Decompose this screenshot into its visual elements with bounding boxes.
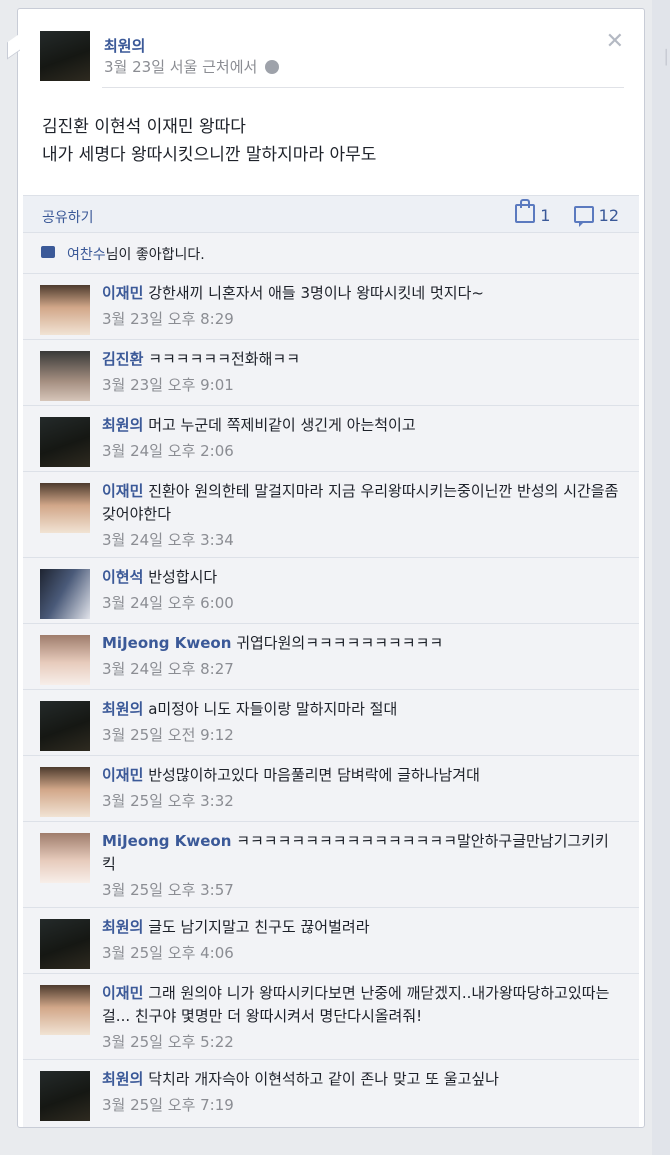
commenter-avatar[interactable] <box>40 569 90 619</box>
comment-body: MiJeong Kweon ㅋㅋㅋㅋㅋㅋㅋㅋㅋㅋㅋㅋㅋㅋㅋㅋ말안하구글만남기그키… <box>102 830 622 902</box>
post-body: 김진환 이현석 이재민 왕따다 내가 세명다 왕따시킷으니깐 말하지마라 아무도 <box>42 113 602 169</box>
comment-item: 최원의 닥치라 개자슥아 이현석하고 같이 존나 맞고 또 울고싶나 3월 25… <box>23 1059 639 1127</box>
liker-name[interactable]: 여찬수 <box>67 247 106 263</box>
commenter-avatar[interactable] <box>40 351 90 401</box>
comment-time[interactable]: 3월 25일 오전 9:12 <box>102 724 622 747</box>
comment-count[interactable]: 12 <box>599 206 619 225</box>
comment-text: a미정아 니도 자들이랑 말하지마라 절대 <box>148 700 398 718</box>
comment-author[interactable]: 이현석 <box>102 568 143 586</box>
likes-row: 여찬수님이 좋아합니다. <box>23 232 639 273</box>
post-author[interactable]: 최원의 <box>104 35 145 56</box>
comment-text: ㅋㅋㅋㅋㅋㅋ전화해ㅋㅋ <box>148 350 300 368</box>
likes-sentence: 여찬수님이 좋아합니다. <box>67 244 205 264</box>
side-strip: ▕ <box>652 0 670 1155</box>
comment-text: 그래 원의야 니가 왕따시키다보면 난중에 깨닫겠지..내가왕따당하고있따는걸.… <box>102 984 610 1025</box>
comment-author[interactable]: 최원의 <box>102 416 143 434</box>
comment-body: 최원의 닥치라 개자슥아 이현석하고 같이 존나 맞고 또 울고싶나 3월 25… <box>102 1068 622 1117</box>
commenter-avatar[interactable] <box>40 417 90 467</box>
comment-body: 이재민 강한새끼 니혼자서 애들 3명이나 왕따시킷네 멋지다~ 3월 23일 … <box>102 282 622 331</box>
comment-time[interactable]: 3월 24일 오후 3:34 <box>102 529 622 552</box>
commenter-avatar[interactable] <box>40 833 90 883</box>
counts: 1 12 <box>515 199 619 227</box>
comment-time[interactable]: 3월 24일 오후 2:06 <box>102 440 622 463</box>
like-icon <box>41 246 55 258</box>
like-count[interactable]: 1 <box>540 206 550 225</box>
header-divider <box>102 87 624 88</box>
comment-author[interactable]: 이재민 <box>102 984 143 1002</box>
comment-text: 머고 누군데 쪽제비같이 생긴게 아는척이고 <box>148 416 416 434</box>
comment-item: 이재민 반성많이하고있다 마음풀리면 담벼락에 글하나남겨대 3월 25일 오후… <box>23 755 639 821</box>
actions-bar: 공유하기 1 12 <box>23 195 639 232</box>
comment-item: 김진환 ㅋㅋㅋㅋㅋㅋ전화해ㅋㅋ 3월 23일 오후 9:01 <box>23 339 639 405</box>
comment-text: 반성합시다 <box>148 568 218 586</box>
post-card: 최원의 3월 23일 서울 근처에서 ✕ 김진환 이현석 이재민 왕따다 내가 … <box>17 8 645 1128</box>
comment-body: 최원의 글도 남기지말고 친구도 끊어벌려라 3월 25일 오후 4:06 <box>102 916 622 965</box>
comment-text: 닥치라 개자슥아 이현석하고 같이 존나 맞고 또 울고싶나 <box>148 1070 499 1088</box>
comment-body: 이현석 반성합시다 3월 24일 오후 6:00 <box>102 566 622 615</box>
likes-suffix: 님이 좋아합니다. <box>105 247 205 263</box>
commenter-avatar[interactable] <box>40 919 90 969</box>
comment-author[interactable]: 최원의 <box>102 918 143 936</box>
comment-body: 이재민 진환아 원의한테 말걸지마라 지금 우리왕따시키는중이닌깐 반성의 시간… <box>102 480 622 552</box>
comment-item: 최원의 a미정아 니도 자들이랑 말하지마라 절대 3월 25일 오전 9:12 <box>23 689 639 755</box>
commenter-avatar[interactable] <box>40 285 90 335</box>
comment-item: 이재민 강한새끼 니혼자서 애들 3명이나 왕따시킷네 멋지다~ 3월 23일 … <box>23 273 639 339</box>
comment-item: 이재민 진환아 원의한테 말걸지마라 지금 우리왕따시키는중이닌깐 반성의 시간… <box>23 471 639 557</box>
comment-item: 최원의 머고 누군데 쪽제비같이 생긴게 아는척이고 3월 24일 오후 2:0… <box>23 405 639 471</box>
comment-text: 강한새끼 니혼자서 애들 3명이나 왕따시킷네 멋지다~ <box>148 284 484 302</box>
post-line: 내가 세명다 왕따시킷으니깐 말하지마라 아무도 <box>42 145 377 165</box>
post-meta: 3월 23일 서울 근처에서 <box>104 56 280 77</box>
comment-item: 이현석 반성합시다 3월 24일 오후 6:00 <box>23 557 639 623</box>
comment-icon[interactable] <box>573 206 594 227</box>
comment-body: 이재민 그래 원의야 니가 왕따시키다보면 난중에 깨닫겠지..내가왕따당하고있… <box>102 982 622 1054</box>
comment-item: 이재민 그래 원의야 니가 왕따시키다보면 난중에 깨닫겠지..내가왕따당하고있… <box>23 973 639 1059</box>
comment-time[interactable]: 3월 23일 오후 8:29 <box>102 308 622 331</box>
thumbs-up-icon[interactable] <box>515 199 536 223</box>
comment-item: MiJeong Kweon ㅋㅋㅋㅋㅋㅋㅋㅋㅋㅋㅋㅋㅋㅋㅋㅋ말안하구글만남기그키… <box>23 821 639 907</box>
commenter-avatar[interactable] <box>40 483 90 533</box>
close-icon[interactable]: ✕ <box>606 29 624 54</box>
comment-text: 글도 남기지말고 친구도 끊어벌려라 <box>148 918 370 936</box>
comment-author[interactable]: 김진환 <box>102 350 143 368</box>
side-glyph: ▕ <box>656 50 667 66</box>
comment-author[interactable]: 이재민 <box>102 482 143 500</box>
commenter-avatar[interactable] <box>40 767 90 817</box>
comment-body: MiJeong Kweon 귀엽다원의ㅋㅋㅋㅋㅋㅋㅋㅋㅋㅋ 3월 24일 오후 … <box>102 632 622 681</box>
comment-text: 반성많이하고있다 마음풀리면 담벼락에 글하나남겨대 <box>148 766 480 784</box>
comment-body: 최원의 머고 누군데 쪽제비같이 생긴게 아는척이고 3월 24일 오후 2:0… <box>102 414 622 463</box>
comment-author[interactable]: 최원의 <box>102 1070 143 1088</box>
comment-author[interactable]: 이재민 <box>102 284 143 302</box>
comment-body: 김진환 ㅋㅋㅋㅋㅋㅋ전화해ㅋㅋ 3월 23일 오후 9:01 <box>102 348 622 397</box>
comment-time[interactable]: 3월 24일 오후 8:27 <box>102 658 622 681</box>
comment-item: MiJeong Kweon 귀엽다원의ㅋㅋㅋㅋㅋㅋㅋㅋㅋㅋ 3월 24일 오후 … <box>23 623 639 689</box>
globe-icon <box>265 60 280 74</box>
comment-author[interactable]: MiJeong Kweon <box>102 634 231 652</box>
post-line: 김진환 이현석 이재민 왕따다 <box>42 117 246 137</box>
comment-body: 최원의 a미정아 니도 자들이랑 말하지마라 절대 3월 25일 오전 9:12 <box>102 698 622 747</box>
comment-time[interactable]: 3월 25일 오후 7:19 <box>102 1094 622 1117</box>
comment-time[interactable]: 3월 25일 오후 3:32 <box>102 790 622 813</box>
commenter-avatar[interactable] <box>40 635 90 685</box>
commenter-avatar[interactable] <box>40 701 90 751</box>
comment-text: 귀엽다원의ㅋㅋㅋㅋㅋㅋㅋㅋㅋㅋ <box>236 634 444 652</box>
comment-time[interactable]: 3월 25일 오후 3:57 <box>102 879 622 902</box>
comment-author[interactable]: 이재민 <box>102 766 143 784</box>
comment-item: 최원의 글도 남기지말고 친구도 끊어벌려라 3월 25일 오후 4:06 <box>23 907 639 973</box>
commenter-avatar[interactable] <box>40 1071 90 1121</box>
comment-author[interactable]: 최원의 <box>102 700 143 718</box>
comment-text: 진환아 원의한테 말걸지마라 지금 우리왕따시키는중이닌깐 반성의 시간을좀갖어… <box>102 482 619 523</box>
comment-time[interactable]: 3월 25일 오후 4:06 <box>102 942 622 965</box>
post-date-location[interactable]: 3월 23일 서울 근처에서 <box>104 58 257 76</box>
commenter-avatar[interactable] <box>40 985 90 1035</box>
comment-author[interactable]: MiJeong Kweon <box>102 832 231 850</box>
comment-time[interactable]: 3월 23일 오후 9:01 <box>102 374 622 397</box>
comment-time[interactable]: 3월 25일 오후 5:22 <box>102 1031 622 1054</box>
comment-time[interactable]: 3월 24일 오후 6:00 <box>102 592 622 615</box>
author-avatar[interactable] <box>40 31 90 81</box>
comment-body: 이재민 반성많이하고있다 마음풀리면 담벼락에 글하나남겨대 3월 25일 오후… <box>102 764 622 813</box>
share-link[interactable]: 공유하기 <box>42 207 94 227</box>
